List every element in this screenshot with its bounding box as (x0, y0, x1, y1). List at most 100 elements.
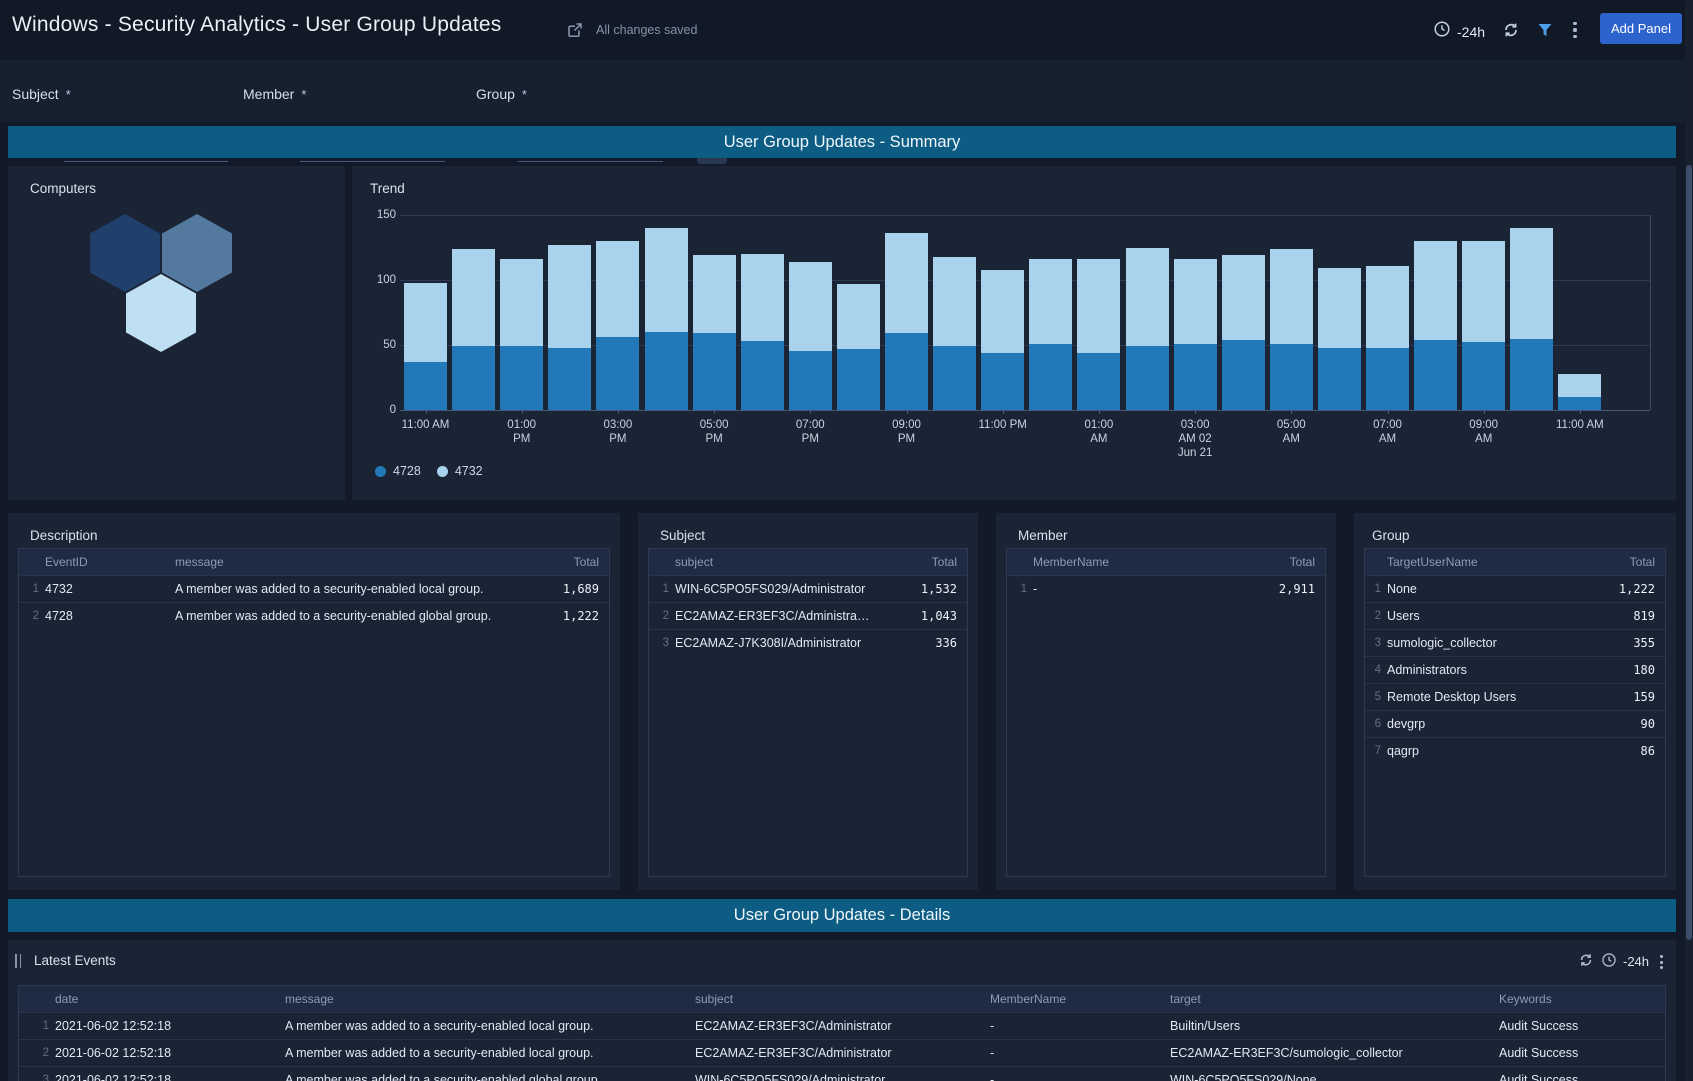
table-row[interactable]: 3EC2AMAZ-J7K308I/Administrator336 (649, 629, 967, 656)
trend-bar[interactable] (1270, 249, 1313, 410)
cell-targetusername: Remote Desktop Users (1381, 690, 1571, 704)
time-range-label: -24h (1457, 24, 1485, 40)
column-header-total: Total (1235, 555, 1325, 569)
cell-keywords: Audit Success (1493, 1073, 1665, 1081)
table-row[interactable]: 1None1,222 (1365, 575, 1665, 602)
trend-bar[interactable] (1029, 259, 1072, 410)
refresh-icon[interactable] (1578, 952, 1594, 968)
trend-bar[interactable] (789, 262, 832, 410)
cell-total: 355 (1571, 636, 1665, 650)
bar-segment-4728 (1174, 344, 1217, 410)
gridline (400, 215, 1650, 216)
cell-total: 336 (877, 636, 967, 650)
cell-date: 2021-06-02 12:52:18 (49, 1046, 279, 1060)
cell-message: A member was added to a security-enabled… (169, 582, 517, 596)
column-header-total: Total (1571, 555, 1665, 569)
table-row[interactable]: 2EC2AMAZ-ER3EF3C/Administrator1,043 (649, 602, 967, 629)
table-row[interactable]: 12021-06-02 12:52:18A member was added t… (19, 1012, 1665, 1039)
trend-bar[interactable] (1414, 241, 1457, 410)
table-row[interactable]: 24728A member was added to a security-en… (19, 602, 609, 629)
x-axis-tick (1195, 410, 1196, 414)
table-row[interactable]: 1WIN-6C5PO5FS029/Administrator1,532 (649, 575, 967, 602)
trend-bar[interactable] (1077, 259, 1120, 410)
refresh-icon[interactable] (1502, 21, 1520, 39)
trend-bar[interactable] (1510, 228, 1553, 410)
cell-date: 2021-06-02 12:52:18 (49, 1073, 279, 1081)
honeycomb-cell[interactable] (90, 214, 160, 292)
group-table: TargetUserNameTotal1None1,2222Users8193s… (1364, 548, 1666, 877)
table-row[interactable]: 3sumologic_collector355 (1365, 629, 1665, 656)
scrollbar-thumb[interactable] (1686, 165, 1692, 940)
group-panel: Group TargetUserNameTotal1None1,2222User… (1354, 513, 1676, 890)
clock-icon (1433, 20, 1451, 43)
bar-segment-4728 (789, 351, 832, 410)
table-row[interactable]: 1-2,911 (1007, 575, 1325, 602)
cell-subject: WIN-6C5PO5FS029/Administrator (689, 1073, 984, 1081)
trend-bar[interactable] (500, 259, 543, 410)
share-icon[interactable] (566, 21, 584, 39)
trend-bar[interactable] (1126, 248, 1169, 411)
bar-segment-4728 (1318, 348, 1361, 410)
filter-label-subject: Subject* (12, 86, 71, 102)
trend-bar[interactable] (596, 241, 639, 410)
trend-bar[interactable] (1366, 266, 1409, 410)
drag-handle-icon[interactable] (15, 954, 23, 968)
table-row[interactable]: 22021-06-02 12:52:18A member was added t… (19, 1039, 1665, 1066)
kebab-menu-icon[interactable] (1568, 20, 1582, 40)
table-row[interactable]: 6devgrp90 (1365, 710, 1665, 737)
y-axis-tick-label: 0 (356, 404, 396, 416)
table-row[interactable]: 4Administrators180 (1365, 656, 1665, 683)
column-header-total: Total (877, 555, 967, 569)
row-number: 2 (19, 610, 39, 622)
table-row[interactable]: 7qagrp86 (1365, 737, 1665, 764)
time-range-control[interactable]: -24h (1433, 20, 1485, 43)
row-number: 1 (1365, 583, 1381, 595)
add-panel-button[interactable]: Add Panel (1600, 13, 1682, 44)
cell-subject: EC2AMAZ-ER3EF3C/Administrator (689, 1019, 984, 1033)
cell-total: 1,532 (877, 582, 967, 596)
bar-segment-4732 (452, 249, 495, 347)
table-row[interactable]: 2Users819 (1365, 602, 1665, 629)
filter-icon[interactable] (1536, 21, 1554, 39)
computers-panel: Computers (8, 166, 345, 500)
bar-segment-4732 (1029, 259, 1072, 344)
cell-eventid: 4732 (39, 582, 169, 596)
honeycomb-cell[interactable] (126, 274, 196, 352)
bar-segment-4728 (500, 346, 543, 410)
trend-bar[interactable] (933, 257, 976, 410)
table-row[interactable]: 5Remote Desktop Users159 (1365, 683, 1665, 710)
legend-label: 4728 (393, 464, 421, 478)
legend-item-4732[interactable]: 4732 (437, 464, 483, 478)
trend-bar[interactable] (452, 249, 495, 410)
trend-bar[interactable] (1558, 374, 1601, 410)
trend-bar[interactable] (981, 270, 1024, 410)
column-header-total: Total (517, 555, 609, 569)
trend-bar[interactable] (693, 255, 736, 410)
x-axis-tick-label: 07:00PM (796, 418, 825, 446)
trend-bar[interactable] (1462, 241, 1505, 410)
trend-bar[interactable] (645, 228, 688, 410)
latest-events-time-range[interactable]: -24h (1623, 954, 1649, 969)
kebab-menu-icon[interactable] (1656, 953, 1666, 971)
table-row[interactable]: 14732A member was added to a security-en… (19, 575, 609, 602)
legend-item-4728[interactable]: 4728 (375, 464, 421, 478)
clock-icon[interactable] (1601, 952, 1617, 968)
trend-bar[interactable] (837, 284, 880, 410)
table-row[interactable]: 32021-06-02 12:52:18A member was added t… (19, 1066, 1665, 1081)
x-axis-line (400, 410, 1650, 411)
honeycomb-cell[interactable] (162, 214, 232, 292)
trend-bar[interactable] (548, 245, 591, 410)
bar-segment-4732 (1510, 228, 1553, 339)
bar-segment-4732 (1366, 266, 1409, 348)
bar-segment-4728 (837, 349, 880, 410)
cell-message: A member was added to a security-enabled… (279, 1046, 689, 1060)
x-axis-tick (426, 410, 427, 414)
trend-bar[interactable] (885, 233, 928, 410)
trend-bar[interactable] (1318, 268, 1361, 410)
subject-table: subjectTotal1WIN-6C5PO5FS029/Administrat… (648, 548, 968, 877)
trend-bar[interactable] (1174, 259, 1217, 410)
trend-bar[interactable] (741, 254, 784, 410)
trend-bar[interactable] (1222, 255, 1265, 410)
trend-bar[interactable] (404, 283, 447, 410)
row-number: 2 (1365, 610, 1381, 622)
